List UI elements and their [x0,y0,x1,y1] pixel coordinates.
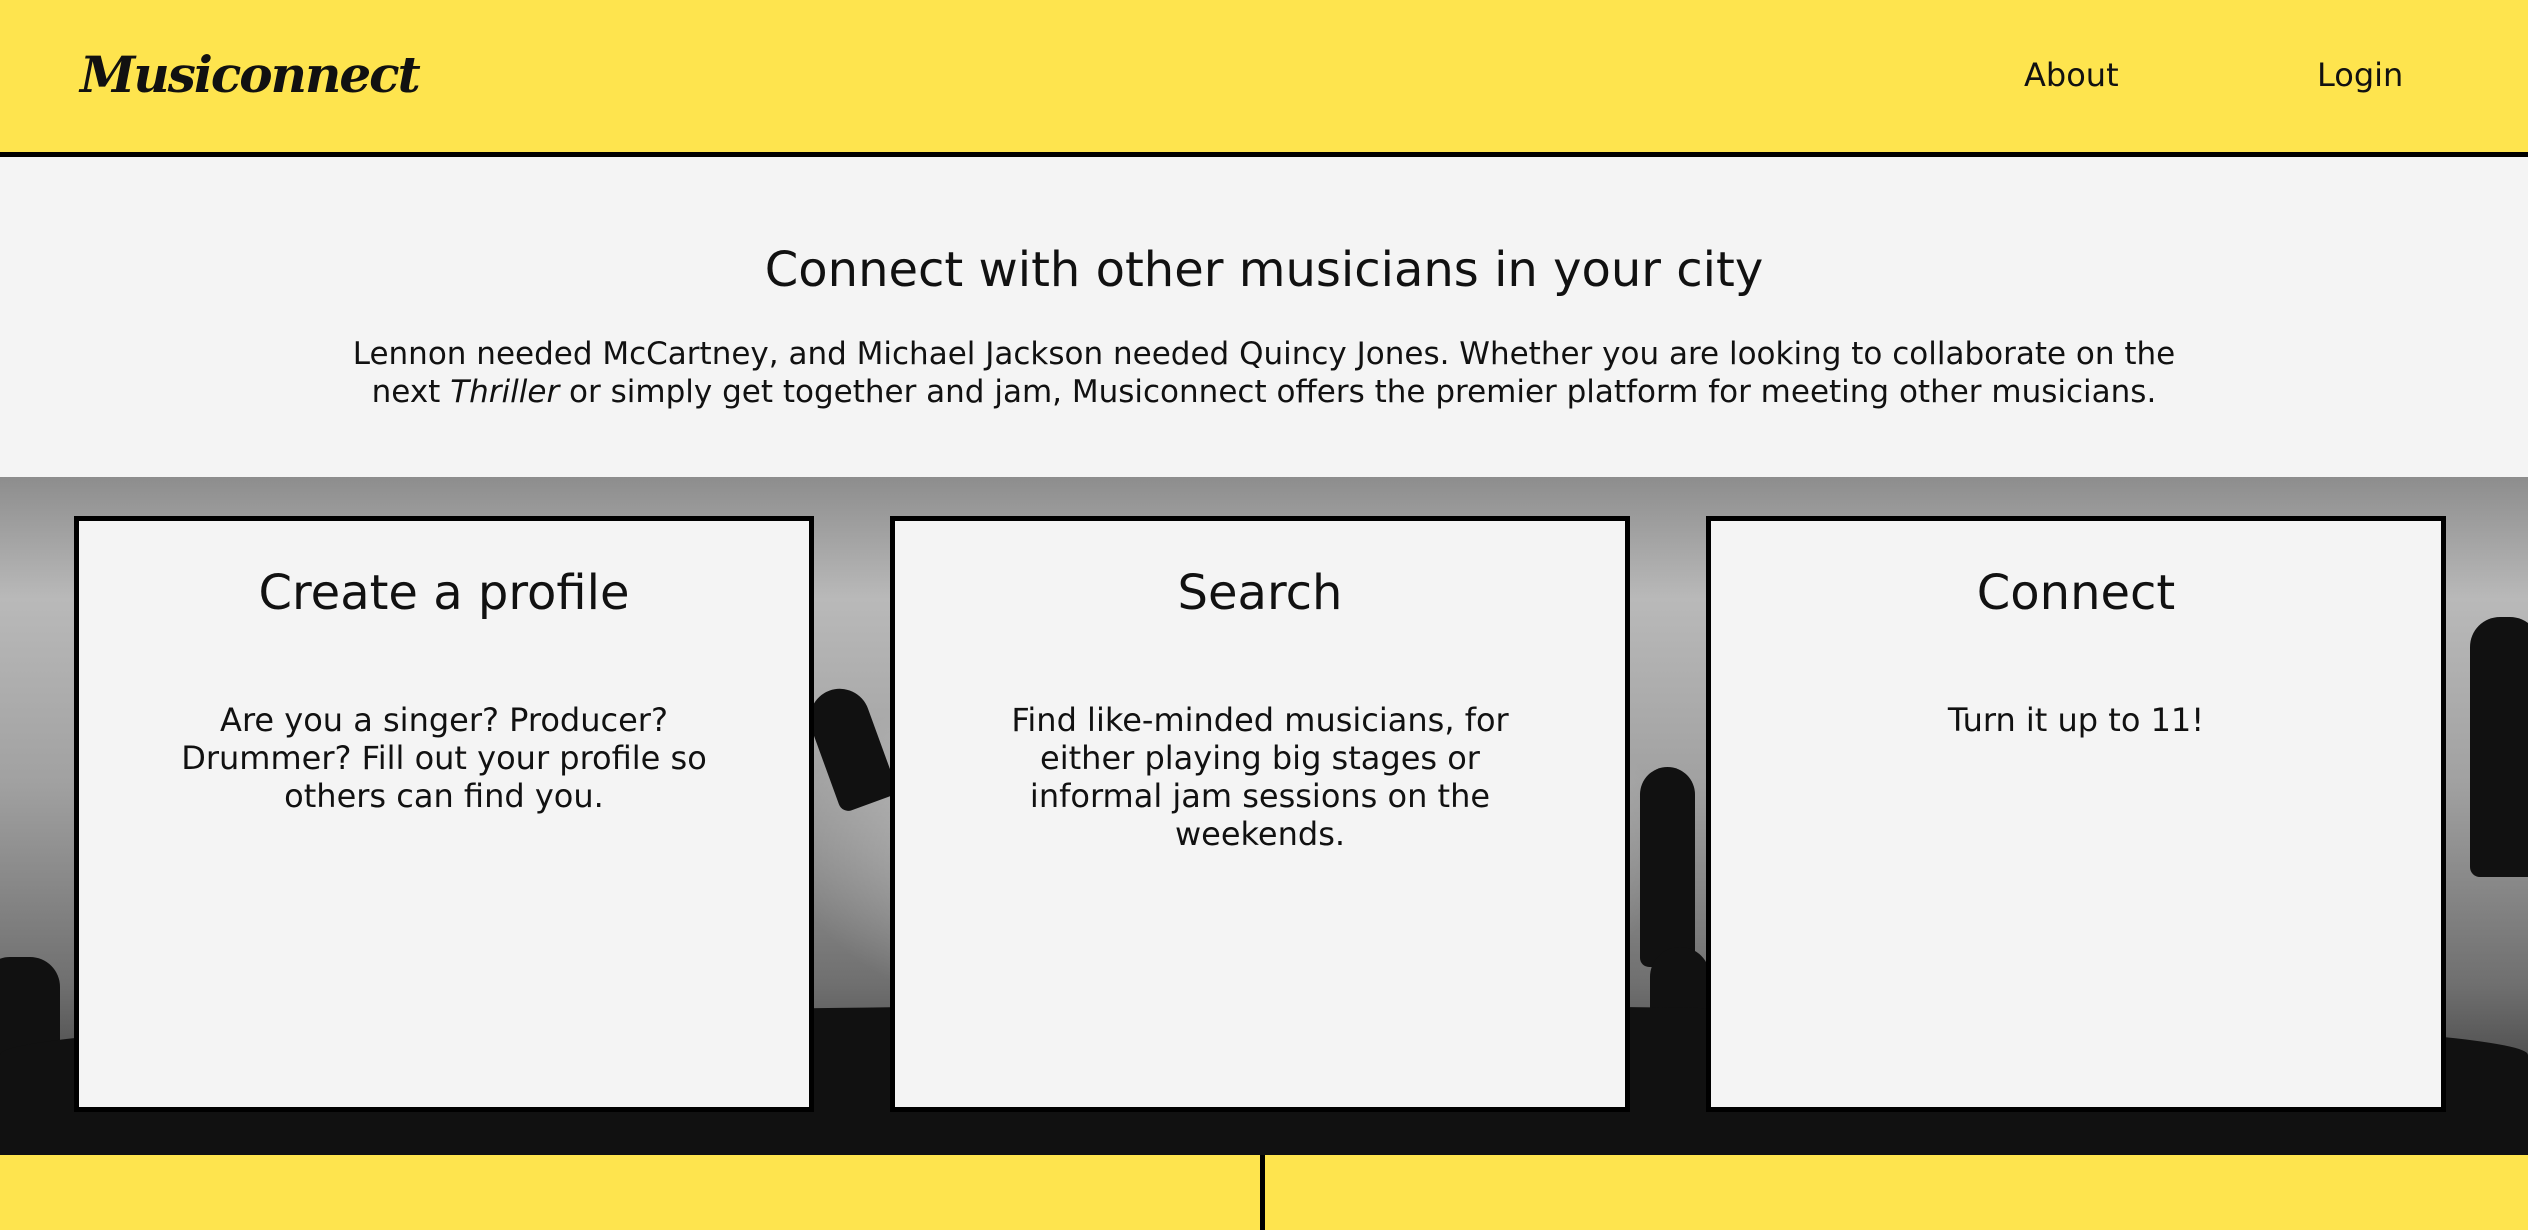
raised-hand [1640,767,1695,967]
card-title: Connect [1976,565,2176,621]
logo[interactable]: Musiconnect [80,45,421,104]
raised-hand [2470,617,2528,877]
intro-text: Lennon needed McCartney, and Michael Jac… [300,335,2228,411]
intro-line-2-prefix: next [371,374,441,410]
footer-divider [1260,1155,1265,1230]
card-title: Search [1177,565,1343,621]
feature-card-connect: Connect Turn it up to 11! [1706,516,2446,1112]
intro-section: Connect with other musicians in your cit… [0,157,2528,477]
card-title: Create a profile [258,565,630,621]
feature-card-search: Search Find like-minded musicians, for e… [890,516,1630,1112]
intro-line-1: Lennon needed McCartney, and Michael Jac… [352,336,2176,372]
intro-emphasis: Thriller [450,374,560,410]
page-title: Connect with other musicians in your cit… [764,242,1764,298]
card-text: Turn it up to 11! [1947,701,2205,739]
nav-login-link[interactable]: Login [2317,56,2403,94]
card-text: Are you a singer? Producer? Drummer? Fil… [181,701,707,815]
intro-line-2-suffix: or simply get together and jam, Musiconn… [569,374,2157,410]
nav-about-link[interactable]: About [2024,56,2119,94]
site-header: Musiconnect About Login [0,0,2528,157]
card-text: Find like-minded musicians, for either p… [1011,701,1509,853]
footer-bar [0,1155,2528,1230]
feature-card-profile: Create a profile Are you a singer? Produ… [74,516,814,1112]
